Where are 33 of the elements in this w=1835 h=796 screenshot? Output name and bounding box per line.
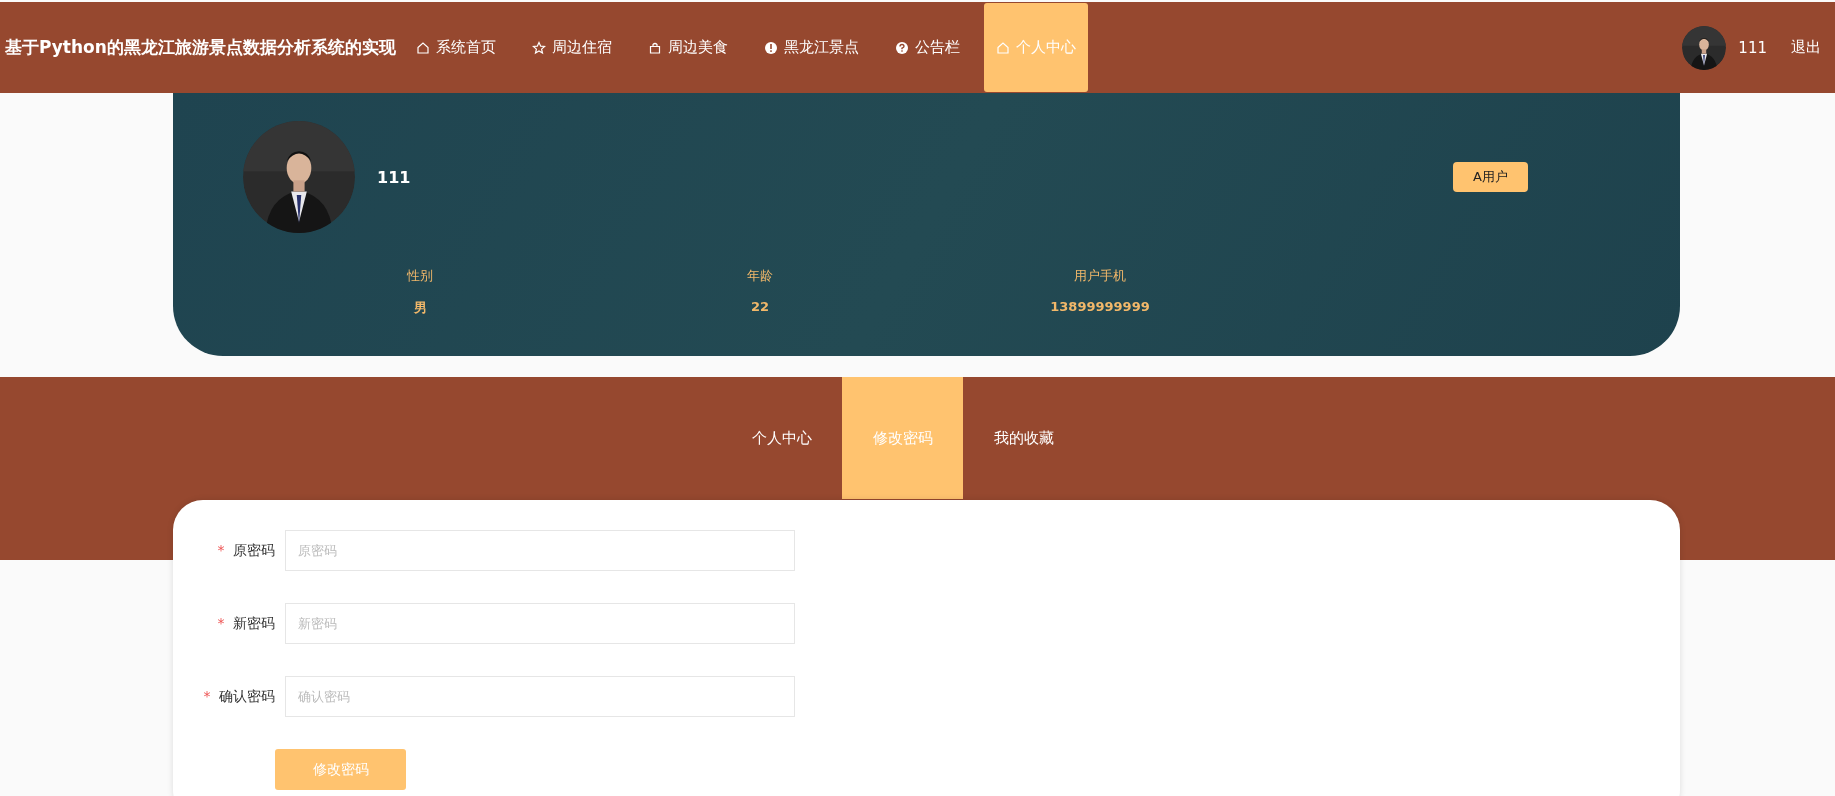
nav-item[interactable]: 周边美食: [629, 3, 746, 92]
nav-item[interactable]: 系统首页: [397, 3, 514, 92]
profile-name: 111: [377, 167, 411, 187]
field-label: 性别: [407, 267, 433, 285]
logout-link[interactable]: 退出: [1779, 38, 1821, 57]
field-label: 用户手机: [1074, 267, 1126, 285]
field-value: 22: [750, 299, 770, 314]
nav-item[interactable]: 周边住宿: [513, 3, 630, 92]
required-mark: *: [203, 687, 211, 704]
nav-item[interactable]: 公告栏: [876, 3, 978, 92]
required-mark: *: [217, 541, 225, 558]
password-field[interactable]: 原密码: [285, 530, 795, 571]
password-field[interactable]: 新密码: [285, 603, 795, 644]
bag-icon: [647, 40, 662, 55]
required-mark: *: [217, 614, 225, 631]
field-label: 原密码: [233, 541, 275, 558]
star-icon: [531, 40, 546, 55]
site-title: 基于Python的黑龙江旅游景点数据分析系统的实现: [5, 36, 396, 59]
field-label: 新密码: [233, 614, 275, 631]
home-icon: [415, 40, 430, 55]
question-icon: [894, 40, 909, 55]
tab[interactable]: 我的收藏: [963, 377, 1084, 499]
user-name: 111: [1738, 38, 1767, 57]
field-label: 年龄: [747, 267, 773, 285]
nav-item[interactable]: 黑龙江景点: [745, 3, 877, 92]
tab[interactable]: 个人中心: [721, 377, 842, 499]
field-value: 男: [413, 299, 427, 317]
home-icon: [995, 40, 1010, 55]
role-badge: A用户: [1453, 162, 1528, 192]
field-label: 确认密码: [219, 687, 275, 704]
field-value: 13899999999: [1050, 299, 1150, 314]
exclamation-icon: [763, 40, 778, 55]
password-field[interactable]: 确认密码: [285, 676, 795, 717]
